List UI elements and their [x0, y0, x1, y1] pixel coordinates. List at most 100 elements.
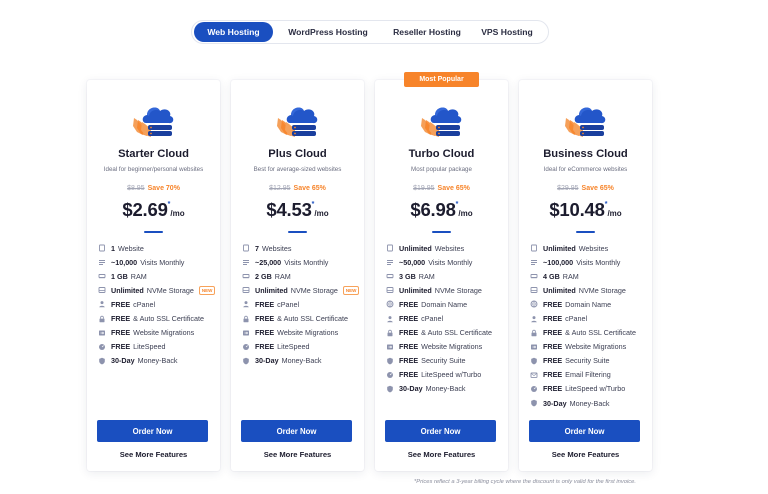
feature-highlight: Unlimited — [111, 285, 144, 295]
feature-item: FREE Email Filtering — [530, 368, 646, 382]
migrate-icon — [243, 330, 249, 336]
feature-item: 1 GB RAM — [98, 269, 214, 283]
feature-item: FREE Security Suite — [530, 354, 646, 368]
price: $10.48*/mo — [519, 199, 652, 221]
ram-icon — [98, 274, 106, 279]
price-amount: $10.48 — [549, 199, 605, 220]
see-more-features-link[interactable]: See More Features — [87, 450, 220, 459]
order-now-button[interactable]: Order Now — [241, 420, 352, 442]
ram-icon — [530, 274, 538, 279]
tab-vps-hosting[interactable]: VPS Hosting — [471, 22, 543, 42]
feature-highlight: FREE — [543, 342, 563, 352]
feature-highlight: FREE — [543, 299, 563, 309]
feature-text: Website Migrations — [421, 342, 483, 352]
order-now-button[interactable]: Order Now — [529, 420, 640, 442]
feature-highlight: FREE — [543, 328, 563, 338]
feature-text: Website Migrations — [277, 328, 339, 338]
feature-highlight: 30-Day — [543, 398, 567, 408]
feature-text: cPanel — [565, 314, 588, 324]
price-amount: $6.98 — [410, 199, 456, 220]
feature-item: FREE & Auto SSL Certificate — [242, 311, 358, 325]
plan-card-starter-cloud: Starter Cloud Ideal for beginner/persona… — [87, 80, 220, 471]
feature-text: & Auto SSL Certificate — [421, 328, 493, 338]
old-price: $19.95 — [413, 185, 435, 192]
feature-text: Domain Name — [565, 299, 612, 309]
feature-text: Money-Back — [569, 398, 610, 408]
globe-icon — [386, 300, 394, 308]
see-more-features-link[interactable]: See More Features — [231, 450, 364, 459]
feature-text: Visits Monthly — [428, 257, 473, 267]
old-price: $8.95 — [127, 185, 145, 192]
feature-item: 2 GB RAM — [242, 269, 358, 283]
feature-text: cPanel — [133, 299, 156, 309]
plan-subtitle: Ideal for eCommerce websites — [543, 166, 628, 173]
feature-highlight: ~25,000 — [255, 257, 282, 267]
order-now-button[interactable]: Order Now — [385, 420, 496, 442]
feature-highlight: 3 GB — [399, 271, 416, 281]
feature-text: Websites — [578, 243, 609, 253]
feature-text: cPanel — [277, 299, 300, 309]
page-icon — [387, 244, 393, 252]
price: $2.69*/mo — [87, 199, 220, 221]
feature-item: 30-Day Money-Back — [98, 354, 214, 368]
tab-wordpress-hosting[interactable]: WordPress Hosting — [273, 22, 383, 42]
see-more-features-link[interactable]: See More Features — [375, 450, 508, 459]
feature-item: FREE Website Migrations — [242, 326, 358, 340]
feature-highlight: FREE — [399, 328, 419, 338]
feature-highlight: FREE — [399, 356, 419, 366]
feature-text: NVMe Storage — [578, 285, 626, 295]
feature-highlight: ~10,000 — [111, 257, 138, 267]
feature-text: Visits Monthly — [576, 257, 621, 267]
feature-text: Website Migrations — [133, 328, 195, 338]
plan-subtitle: Most popular package — [411, 166, 472, 173]
feature-item: FREE Website Migrations — [98, 326, 214, 340]
pricing-footnote: *Prices reflect a 3-year billing cycle w… — [414, 479, 636, 485]
plan-card-plus-cloud: Plus Cloud Best for average-sized websit… — [231, 80, 364, 471]
plan-name: Plus Cloud — [268, 148, 327, 160]
tab-reseller-hosting[interactable]: Reseller Hosting — [383, 22, 471, 42]
hosting-type-tabs: Web Hosting WordPress Hosting Reseller H… — [191, 20, 549, 44]
feature-highlight: FREE — [399, 314, 419, 324]
drive-icon — [98, 287, 106, 294]
feature-text: Email Filtering — [565, 370, 611, 380]
price-discount: $12.95 Save 65% — [231, 185, 364, 192]
feature-highlight: ~100,000 — [543, 257, 574, 267]
feature-item: ~50,000 Visits Monthly — [386, 255, 502, 269]
feature-item: 1 Website — [98, 241, 214, 255]
lock-icon — [531, 329, 537, 336]
shield-icon — [531, 357, 537, 365]
feature-item: FREE & Auto SSL Certificate — [98, 311, 214, 325]
price: $4.53*/mo — [231, 199, 364, 221]
price-asterisk: * — [455, 201, 459, 208]
feature-item: FREE LiteSpeed w/Turbo — [530, 382, 646, 396]
feature-item: FREE & Auto SSL Certificate — [530, 326, 646, 340]
feature-text: & Auto SSL Certificate — [133, 314, 205, 324]
feature-highlight: FREE — [111, 299, 131, 309]
feature-item: 30-Day Money-Back — [530, 396, 646, 410]
plan-name: Starter Cloud — [118, 148, 189, 160]
price-asterisk: * — [604, 201, 608, 208]
feature-text: NVMe Storage — [434, 285, 482, 295]
see-more-features-link[interactable]: See More Features — [519, 450, 652, 459]
feature-highlight: FREE — [255, 314, 275, 324]
feature-text: & Auto SSL Certificate — [277, 314, 349, 324]
feature-highlight: Unlimited — [255, 285, 288, 295]
ram-icon — [386, 274, 394, 279]
feature-item: FREE cPanel — [242, 297, 358, 311]
feature-item: 30-Day Money-Back — [386, 382, 502, 396]
feature-highlight: FREE — [543, 384, 563, 394]
feature-text: LiteSpeed w/Turbo — [421, 370, 482, 380]
feature-text: LiteSpeed — [133, 342, 166, 352]
save-percent: Save 70% — [147, 185, 180, 192]
feature-text: NVMe Storage — [290, 285, 338, 295]
shield-icon — [531, 399, 537, 407]
tab-web-hosting[interactable]: Web Hosting — [194, 22, 273, 42]
feature-text: Visits Monthly — [140, 257, 185, 267]
feature-item: FREE Security Suite — [386, 354, 502, 368]
price-discount: $29.95 Save 65% — [519, 185, 652, 192]
feature-item: FREE Domain Name — [386, 297, 502, 311]
order-now-button[interactable]: Order Now — [97, 420, 208, 442]
feature-highlight: 1 — [111, 243, 115, 253]
feature-item: FREE LiteSpeed — [98, 340, 214, 354]
feature-text: Websites — [262, 243, 292, 253]
